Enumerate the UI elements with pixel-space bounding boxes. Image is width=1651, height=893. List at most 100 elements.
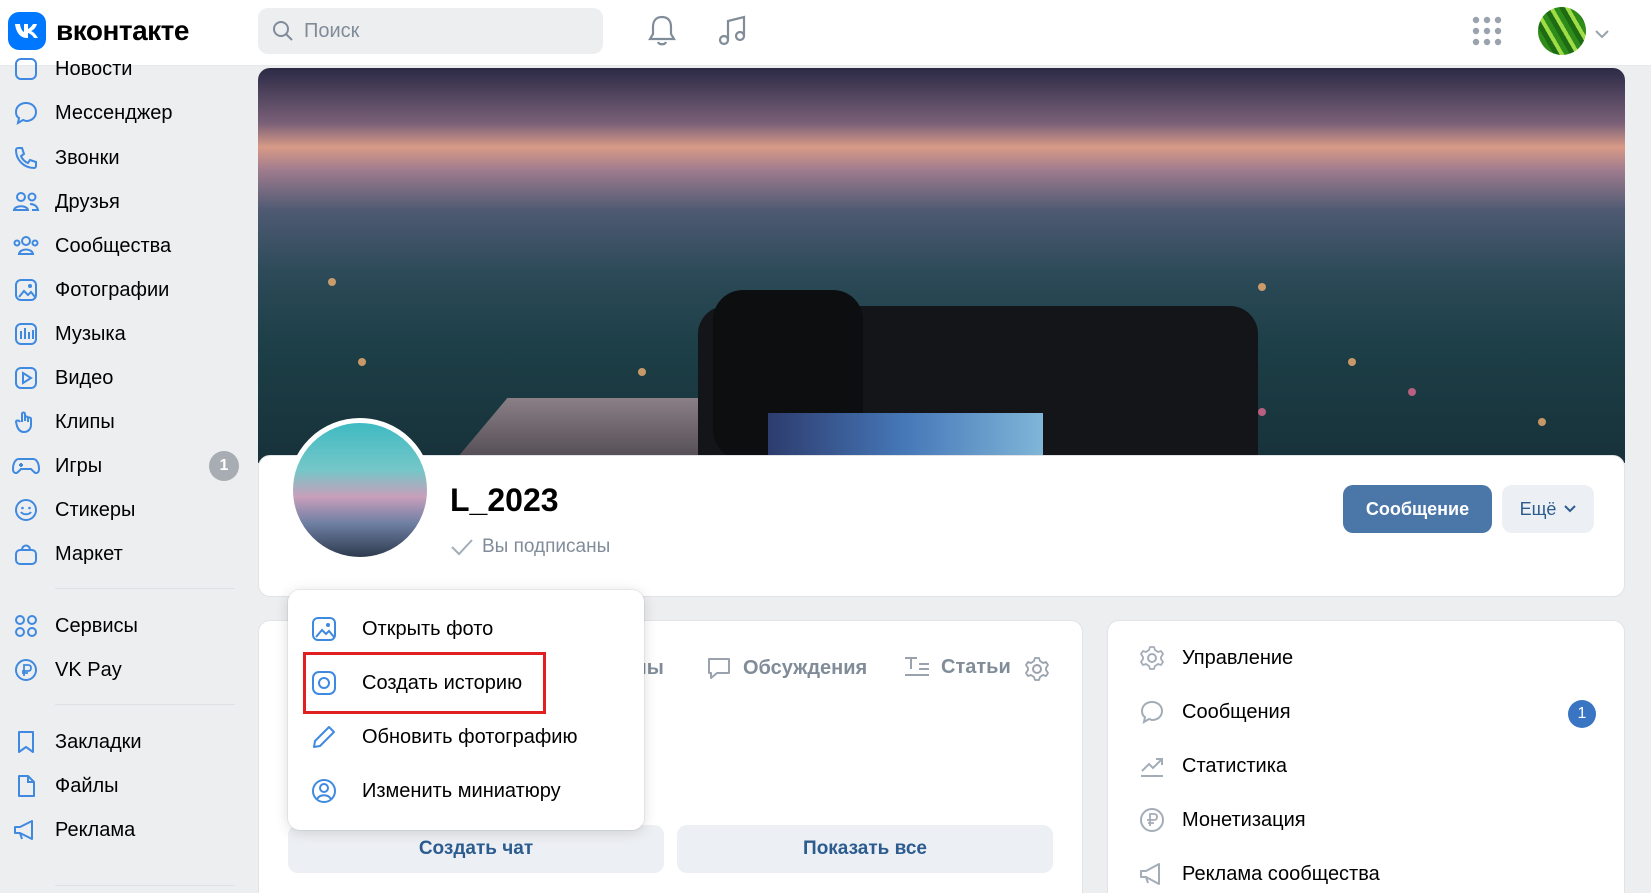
games-badge: 1 <box>209 451 239 481</box>
more-button[interactable]: Ещё <box>1502 485 1594 533</box>
sidebar-item-video[interactable]: Видео <box>0 357 245 399</box>
communities-icon <box>12 232 40 260</box>
menu-item-community-ads[interactable]: Реклама сообщества <box>1138 860 1380 888</box>
chevron-down-icon <box>1564 505 1577 513</box>
sidebar-item-services[interactable]: Сервисы <box>0 605 245 647</box>
sidebar-item-vkpay[interactable]: VK Pay <box>0 649 245 691</box>
video-icon <box>12 364 40 392</box>
sidebar-item-messenger[interactable]: Мессенджер <box>0 92 245 134</box>
sidebar-item-label: Мессенджер <box>55 101 173 124</box>
profile-name: L_2023 <box>450 482 559 518</box>
phone-icon <box>12 144 40 172</box>
menu-item-label: Сообщения <box>1182 700 1291 723</box>
discussion-bubble-icon <box>705 655 733 681</box>
logo-text: вконтакте <box>56 15 189 46</box>
vk-logo-icon <box>8 12 46 50</box>
sidebar-item-market[interactable]: Маркет <box>0 533 245 575</box>
clips-hand-icon <box>12 408 40 436</box>
message-button[interactable]: Сообщение <box>1343 485 1492 533</box>
article-icon <box>903 655 931 679</box>
sidebar-divider <box>55 885 235 886</box>
shopping-bag-icon <box>12 540 40 568</box>
gear-icon <box>1138 644 1166 672</box>
notifications-bell-icon[interactable] <box>646 14 678 53</box>
message-bubble-icon <box>12 99 40 127</box>
sidebar-item-bookmarks[interactable]: Закладки <box>0 721 245 763</box>
sidebar-item-news[interactable]: Новости <box>0 48 245 90</box>
music-note-icon[interactable] <box>716 14 750 53</box>
menu-item-messages[interactable]: Сообщения <box>1138 698 1291 726</box>
pencil-icon <box>310 723 338 751</box>
sidebar-item-label: Друзья <box>55 190 120 213</box>
profile-avatar[interactable] <box>288 418 432 562</box>
sidebar-item-photos[interactable]: Фотографии <box>0 269 245 311</box>
chart-trend-icon <box>1138 752 1166 780</box>
menu-item-label: Монетизация <box>1182 808 1306 831</box>
search-box[interactable] <box>258 8 603 54</box>
services-grid-icon <box>12 612 40 640</box>
top-header: вконтакте <box>0 0 1651 66</box>
sidebar-divider <box>55 588 235 589</box>
ruble-coin-icon <box>12 656 40 684</box>
search-input[interactable] <box>304 19 584 43</box>
profile-cover-image[interactable] <box>258 68 1625 463</box>
dropdown-item-label: Обновить фотографию <box>362 725 578 748</box>
dropdown-item-change-thumbnail[interactable]: Изменить миниатюру <box>310 777 561 805</box>
dropdown-item-open-photo[interactable]: Открыть фото <box>310 615 493 643</box>
create-chat-button[interactable]: Создать чат <box>288 825 664 873</box>
ruble-coin-icon <box>1138 806 1166 834</box>
subscription-status: Вы подписаны <box>450 536 610 558</box>
sidebar-item-calls[interactable]: Звонки <box>0 137 245 179</box>
megaphone-icon <box>12 816 40 844</box>
show-all-button[interactable]: Показать все <box>677 825 1053 873</box>
vk-logo[interactable]: вконтакте <box>8 12 189 50</box>
dropdown-item-label: Изменить миниатюру <box>362 779 561 802</box>
menu-item-label: Управление <box>1182 646 1294 669</box>
search-icon <box>273 21 293 41</box>
sidebar-item-clips[interactable]: Клипы <box>0 401 245 443</box>
checkmark-icon <box>451 539 473 556</box>
sidebar-item-label: Закладки <box>55 730 142 753</box>
menu-item-management[interactable]: Управление <box>1138 644 1293 672</box>
news-icon <box>12 55 40 83</box>
highlight-box <box>303 652 546 714</box>
menu-item-label: Реклама сообщества <box>1182 862 1380 885</box>
settings-gear-icon[interactable] <box>1023 655 1051 688</box>
menu-item-monetization[interactable]: Монетизация <box>1138 806 1306 834</box>
sidebar-item-music[interactable]: Музыка <box>0 313 245 355</box>
gamepad-icon <box>12 452 40 480</box>
sidebar-item-communities[interactable]: Сообщества <box>0 225 245 267</box>
file-icon <box>12 772 40 800</box>
sidebar-item-label: Музыка <box>55 322 126 345</box>
dropdown-item-label: Открыть фото <box>362 617 494 640</box>
sidebar-item-label: Видео <box>55 366 114 389</box>
sidebar-item-label: Фотографии <box>55 278 170 301</box>
chevron-down-icon[interactable] <box>1595 26 1609 44</box>
tab-label: Обсуждения <box>743 656 868 679</box>
apps-grid-icon[interactable] <box>1472 16 1502 51</box>
sidebar-item-games[interactable]: Игры 1 <box>0 445 245 487</box>
sidebar-item-label: Звонки <box>55 146 120 169</box>
sidebar-item-ads[interactable]: Реклама <box>0 809 245 851</box>
user-avatar[interactable] <box>1538 7 1586 55</box>
sidebar-item-label: Стикеры <box>55 498 136 521</box>
messages-badge: 1 <box>1568 700 1596 728</box>
bookmark-icon <box>12 728 40 756</box>
sidebar-item-label: Сообщества <box>55 234 172 257</box>
sidebar-item-label: Клипы <box>55 410 115 433</box>
photo-icon <box>12 276 40 304</box>
menu-item-statistics[interactable]: Статистика <box>1138 752 1287 780</box>
tab-label: Статьи <box>941 655 1011 678</box>
tab-discussions[interactable]: Обсуждения <box>705 655 867 681</box>
photo-icon <box>310 615 338 643</box>
message-bubble-icon <box>1138 698 1166 726</box>
sidebar-item-label: Файлы <box>55 774 119 797</box>
dropdown-item-update-photo[interactable]: Обновить фотографию <box>310 723 577 751</box>
tab-articles[interactable]: Статьи <box>903 655 1011 679</box>
sidebar-item-label: Сервисы <box>55 614 138 637</box>
more-button-label: Ещё <box>1519 498 1557 519</box>
sidebar-item-stickers[interactable]: Стикеры <box>0 489 245 531</box>
sidebar-item-files[interactable]: Файлы <box>0 765 245 807</box>
sidebar-item-friends[interactable]: Друзья <box>0 181 245 223</box>
sidebar-divider <box>55 704 235 705</box>
